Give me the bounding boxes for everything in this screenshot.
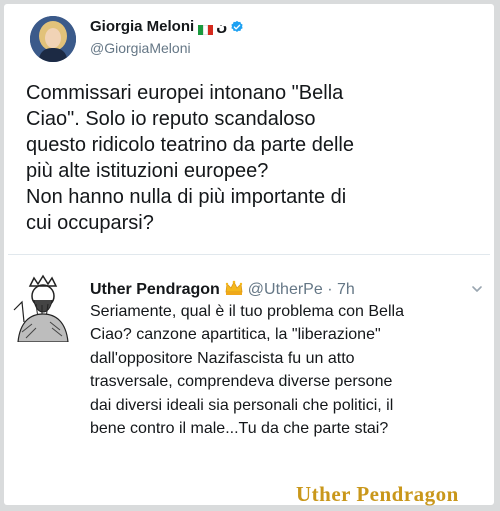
crown-icon bbox=[224, 280, 244, 301]
tweet-text-line: Ciao". Solo io reputo scandaloso bbox=[26, 108, 316, 130]
author-name[interactable]: Giorgia Meloni ن bbox=[90, 18, 244, 36]
reply-text-line: trasversale, comprendeva diverse persone bbox=[90, 373, 393, 391]
separator: · bbox=[327, 281, 333, 298]
reply-text-line: dai diversi ideali sia personali che pol… bbox=[90, 396, 394, 414]
reply-handle[interactable]: @UtherPe bbox=[248, 281, 323, 298]
tweet-text-line: più alte istituzioni europee? bbox=[26, 160, 269, 182]
tweet-text: Commissari europei intonano "Bella Ciao"… bbox=[26, 80, 486, 236]
name-suffix: ن bbox=[216, 19, 228, 35]
verified-badge-icon bbox=[230, 20, 244, 34]
author-handle[interactable]: @GiorgiaMeloni bbox=[90, 40, 191, 56]
reply-text-line: bene contro il male...Tu da che parte st… bbox=[90, 420, 389, 438]
reply-text: Seriamente, qual è il tuo problema con B… bbox=[90, 300, 490, 440]
reply-text-line: Seriamente, qual è il tuo problema con B… bbox=[90, 303, 404, 320]
reply-author-name[interactable]: Uther Pendragon bbox=[90, 281, 220, 298]
tweet-text-line: Commissari europei intonano "Bella bbox=[26, 82, 344, 104]
chevron-down-icon[interactable] bbox=[470, 282, 484, 296]
reply-time[interactable]: 7h bbox=[337, 281, 355, 298]
italy-flag-icon bbox=[198, 22, 214, 36]
tweet-text-line: Non hanno nulla di più importante di bbox=[26, 186, 347, 208]
tweet-card: Giorgia Meloni ن @GiorgiaMeloni Commissar… bbox=[4, 4, 494, 506]
reply-text-line: Ciao? canzone apartitica, la "liberazion… bbox=[90, 326, 381, 344]
reply-text-line: dall'oppositore Nazifascista fu un atto bbox=[90, 349, 355, 367]
watermark: Uther Pendragon bbox=[296, 482, 459, 506]
reply-avatar[interactable] bbox=[12, 272, 74, 343]
reply-author[interactable]: Uther Pendragon @UtherPe · 7h bbox=[90, 280, 355, 301]
tweet-text-line: cui occuparsi? bbox=[26, 212, 154, 234]
author-name-text[interactable]: Giorgia Meloni bbox=[90, 18, 194, 35]
tweet-text-line: questo ridicolo teatrino da parte delle bbox=[26, 134, 354, 156]
divider bbox=[8, 254, 490, 255]
avatar[interactable] bbox=[30, 16, 76, 62]
